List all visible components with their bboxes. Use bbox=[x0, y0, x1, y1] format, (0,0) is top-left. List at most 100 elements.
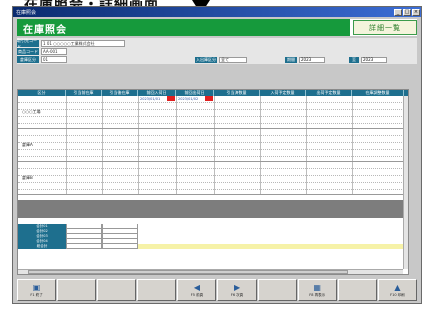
filter-row-warehouse: 倉庫区分 01 bbox=[17, 56, 67, 63]
col-divider bbox=[176, 129, 177, 161]
function-key-bar: ▣ F1 終了 ◀ F5 前頁 ▶ F6 次頁 ▦ F8 再表示 ▲ F10 印… bbox=[17, 279, 417, 301]
col-divider bbox=[102, 96, 103, 128]
item-code-label: 商品コード bbox=[17, 48, 39, 55]
col-divider bbox=[138, 162, 139, 194]
close-button[interactable]: × bbox=[412, 8, 420, 16]
item-code-field[interactable]: AA-001 bbox=[41, 48, 67, 55]
window-title: 在庫照会 bbox=[16, 9, 37, 16]
col-divider bbox=[306, 96, 307, 128]
col-divider bbox=[214, 96, 215, 128]
period-label: 期間 bbox=[285, 57, 297, 63]
col-divider bbox=[176, 96, 177, 128]
detail-list-button[interactable]: 詳細一覧 bbox=[353, 20, 417, 35]
col-divider bbox=[306, 129, 307, 161]
row-divider bbox=[18, 175, 408, 176]
fkey-empty-button[interactable] bbox=[97, 279, 137, 301]
col-divider bbox=[260, 162, 261, 194]
col-divider bbox=[138, 129, 139, 161]
col-divider bbox=[260, 129, 261, 161]
col-divider bbox=[352, 96, 353, 128]
title-bar: 在庫照会 _ □ × bbox=[13, 7, 421, 17]
fkey-empty-button[interactable] bbox=[337, 279, 377, 301]
total-cell bbox=[102, 244, 138, 249]
row-divider bbox=[18, 109, 408, 110]
last-receipt-date: 2023/01/01 bbox=[140, 97, 161, 101]
col-divider bbox=[66, 96, 67, 128]
row-divider bbox=[18, 168, 408, 169]
separator-band bbox=[18, 200, 408, 218]
left-arrow-icon: ◀ bbox=[193, 282, 200, 292]
fkey-empty-button[interactable] bbox=[137, 279, 177, 301]
row-divider bbox=[18, 123, 408, 124]
grand-total-label: 総合計 bbox=[18, 244, 66, 249]
io-type-field[interactable]: 全て bbox=[219, 57, 247, 63]
alert-marker bbox=[205, 96, 213, 101]
last-shipment-date: 2023/01/02 bbox=[178, 97, 199, 101]
col-divider bbox=[66, 129, 67, 161]
grid-group: 倉庫A bbox=[18, 129, 408, 162]
warehouse-label: 倉庫区分 bbox=[17, 56, 39, 63]
row-divider bbox=[18, 142, 408, 143]
period-from-field[interactable]: 2023 bbox=[299, 57, 325, 63]
warehouse-field[interactable]: 01 bbox=[41, 56, 67, 63]
vertical-scrollbar[interactable] bbox=[403, 96, 408, 269]
fkey-refresh-button[interactable]: ▦ F8 再表示 bbox=[297, 279, 337, 301]
totals-section: 合計01 合計02 合計03 合計04 総合計 bbox=[18, 224, 408, 249]
scroll-thumb[interactable] bbox=[28, 270, 348, 274]
row-divider bbox=[18, 135, 408, 136]
print-icon: ▲ bbox=[394, 282, 401, 292]
grid-body: ○○○工場 2023/01/01 2023/01/02 倉庫A 倉庫B bbox=[18, 96, 408, 195]
col-divider bbox=[176, 162, 177, 194]
col-divider bbox=[352, 129, 353, 161]
col-divider bbox=[214, 162, 215, 194]
col-divider bbox=[260, 96, 261, 128]
right-arrow-icon: ▶ bbox=[233, 282, 241, 292]
fkey-prev-button[interactable]: ◀ F5 前頁 bbox=[177, 279, 217, 301]
fkey-print-button[interactable]: ▲ F10 印刷 bbox=[377, 279, 417, 301]
page-header: 在庫照会 詳細一覧 bbox=[17, 19, 417, 36]
row-divider bbox=[18, 116, 408, 117]
grand-total-row: 総合計 bbox=[18, 244, 408, 249]
exit-icon: ▣ bbox=[32, 282, 41, 292]
fkey-exit-button[interactable]: ▣ F1 終了 bbox=[17, 279, 57, 301]
fkey-label: F5 前頁 bbox=[190, 292, 204, 297]
col-divider bbox=[352, 162, 353, 194]
fkey-label: F6 次頁 bbox=[230, 292, 244, 297]
grid-group: 倉庫B bbox=[18, 162, 408, 195]
refresh-icon: ▦ bbox=[313, 282, 321, 292]
row-divider bbox=[18, 102, 408, 103]
customer-code-label: 取引先コード bbox=[17, 37, 39, 49]
row-divider bbox=[18, 189, 408, 190]
col-divider bbox=[306, 162, 307, 194]
fkey-next-button[interactable]: ▶ F6 次頁 bbox=[217, 279, 257, 301]
filter-panel: 取引先コード 1 01 ○○○○○工業株式会社 商品コード AA-001 倉庫区… bbox=[17, 38, 417, 64]
period-to-label: 至 bbox=[349, 57, 359, 63]
fkey-label: F10 印刷 bbox=[390, 292, 405, 297]
col-divider bbox=[102, 162, 103, 194]
io-type-label: 入出庫区分 bbox=[195, 57, 217, 63]
fkey-label: F8 再表示 bbox=[309, 292, 326, 297]
grid-group: ○○○工場 2023/01/01 2023/01/02 bbox=[18, 96, 408, 129]
filter-row-customer: 取引先コード 1 01 ○○○○○工業株式会社 bbox=[17, 37, 125, 49]
row-divider bbox=[18, 149, 408, 150]
app-window: 在庫照会 _ □ × 在庫照会 詳細一覧 取引先コード 1 01 ○○○○○工業… bbox=[12, 6, 422, 304]
total-cell bbox=[66, 244, 102, 249]
horizontal-scrollbar[interactable] bbox=[18, 269, 403, 274]
fkey-label: F1 終了 bbox=[30, 292, 43, 297]
fkey-empty-button[interactable] bbox=[57, 279, 97, 301]
row-divider bbox=[18, 156, 408, 157]
row-divider bbox=[18, 182, 408, 183]
customer-code-field[interactable]: 1 01 ○○○○○工業株式会社 bbox=[41, 40, 125, 47]
col-divider bbox=[102, 129, 103, 161]
filter-row-item: 商品コード AA-001 bbox=[17, 48, 67, 55]
page-title-band: 在庫照会 bbox=[17, 19, 350, 36]
fkey-empty-button[interactable] bbox=[257, 279, 297, 301]
col-divider bbox=[66, 162, 67, 194]
page-title: 在庫照会 bbox=[23, 25, 67, 36]
minimize-button[interactable]: _ bbox=[394, 8, 402, 16]
maximize-button[interactable]: □ bbox=[403, 8, 411, 16]
inventory-grid: 区分 引当前在庫 引当後在庫 前回入荷日 前回出荷日 引当済数量 入荷予定数量 … bbox=[17, 89, 409, 275]
alert-marker bbox=[167, 96, 175, 101]
period-to-field[interactable]: 2023 bbox=[361, 57, 387, 63]
col-divider bbox=[138, 96, 139, 128]
